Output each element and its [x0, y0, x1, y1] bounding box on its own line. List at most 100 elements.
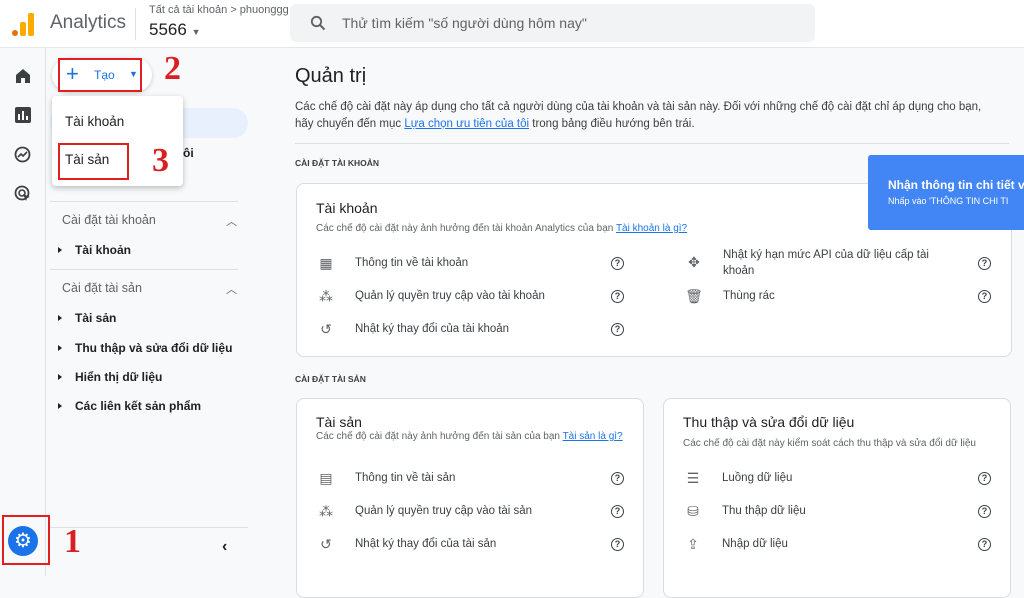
data-import-link[interactable]: Nhập dữ liệu	[722, 536, 788, 552]
trash-icon: 🗑	[685, 288, 703, 304]
menu-item-account[interactable]: Tài khoản	[65, 114, 124, 129]
my-preferences-link[interactable]: Lựa chọn ưu tiên của tôi	[404, 118, 529, 130]
hidden-nav-item[interactable]: ôi	[183, 146, 194, 160]
divider	[50, 201, 238, 202]
app-name: Analytics	[50, 12, 127, 33]
nav-item-product-links[interactable]: Các liên kết sản phẩm	[58, 399, 201, 413]
card-desc: Các chế độ cài đặt này ảnh hưởng đến tài…	[316, 429, 626, 445]
annotation-box-2	[58, 58, 142, 92]
data-collection-card: Thu thập và sửa đổi dữ liệu Các chế độ c…	[663, 398, 1011, 598]
help-icon[interactable]: ?	[611, 323, 624, 336]
nav-item-property[interactable]: Tài sản	[58, 311, 116, 325]
tooltip-subtitle: Nhấp vào 'THÔNG TIN CHI TI	[888, 196, 1009, 206]
property-details-link[interactable]: Thông tin về tài sản	[355, 470, 455, 486]
data-streams-icon: ☰	[686, 470, 700, 486]
property-selector[interactable]: 5566 ▼	[149, 20, 200, 40]
nav-item-label: Tài khoản	[75, 243, 132, 257]
help-icon[interactable]: ?	[611, 472, 624, 485]
search-placeholder: Thử tìm kiếm "số người dùng hôm nay"	[342, 15, 587, 31]
intro-post: trong bảng điều hướng bên trái.	[529, 118, 695, 130]
divider	[50, 269, 238, 270]
insights-tooltip[interactable]: Nhận thông tin chi tiết v Nhấp vào 'THÔN…	[868, 155, 1024, 230]
breadcrumb[interactable]: Tất cả tài khoản > phuonggg	[149, 4, 289, 16]
card-desc: Các chế độ cài đặt này ảnh hưởng đến tài…	[316, 221, 687, 237]
annotation-box-3	[58, 143, 129, 180]
help-icon[interactable]: ?	[611, 290, 624, 303]
divider	[50, 527, 248, 528]
account-access-link[interactable]: Quản lý quyền truy cập vào tài khoản	[355, 288, 545, 304]
advertising-icon[interactable]	[14, 185, 32, 203]
help-icon[interactable]: ?	[978, 290, 991, 303]
intro-text: Các chế độ cài đặt này áp dụng cho tất c…	[295, 99, 995, 133]
analytics-logo	[12, 12, 36, 36]
page-title: Quản trị	[295, 65, 367, 87]
history-icon: ↺	[320, 321, 332, 337]
help-icon[interactable]: ?	[611, 538, 624, 551]
card-desc-text: Các chế độ cài đặt này ảnh hưởng đến tài…	[316, 431, 563, 442]
people-icon: ⁂	[319, 503, 333, 519]
section-account-settings[interactable]: Cài đặt tài khoản	[62, 213, 156, 227]
nav-item-label: Thu thập và sửa đổi dữ liệu	[75, 341, 233, 355]
history-icon: ↺	[320, 536, 332, 552]
api-quota-history-link[interactable]: Nhật ký hạn mức API của dữ liệu cấp tài …	[723, 247, 953, 279]
search-icon	[310, 15, 326, 31]
divider	[295, 143, 1009, 144]
admin-main: Quản trị Các chế độ cài đặt này áp dụng …	[270, 48, 1024, 598]
account-details-link[interactable]: Thông tin về tài khoản	[355, 255, 468, 271]
help-icon[interactable]: ?	[978, 505, 991, 518]
help-icon[interactable]: ?	[611, 505, 624, 518]
property-settings-caption: CÀI ĐẶT TÀI SẢN	[295, 374, 366, 384]
card-title: Tài sản	[316, 414, 362, 430]
account-settings-caption: CÀI ĐẶT TÀI KHOẢN	[295, 158, 380, 168]
chevron-up-icon[interactable]: ︿	[226, 213, 237, 229]
nav-item-data-display[interactable]: Hiển thị dữ liệu	[58, 370, 162, 384]
expand-arrow-icon	[58, 345, 62, 351]
section-property-settings[interactable]: Cài đặt tài sản	[62, 281, 142, 295]
expand-arrow-icon	[58, 315, 62, 321]
explore-icon[interactable]	[14, 146, 32, 164]
help-icon[interactable]: ?	[978, 472, 991, 485]
property-change-history-link[interactable]: Nhật ký thay đổi của tài sản	[355, 536, 496, 552]
api-quota-icon: ✥	[688, 254, 700, 270]
header-divider	[135, 8, 136, 40]
nav-item-account[interactable]: Tài khoản	[58, 243, 131, 257]
building-icon: ▦	[319, 255, 333, 271]
property-access-link[interactable]: Quản lý quyền truy cập vào tài sản	[355, 503, 532, 519]
help-icon[interactable]: ?	[611, 257, 624, 270]
help-icon[interactable]: ?	[978, 538, 991, 551]
property-card: Tài sản Các chế độ cài đặt này ảnh hưởng…	[296, 398, 644, 598]
people-icon: ⁂	[319, 288, 333, 304]
expand-arrow-icon	[58, 374, 62, 380]
search-input[interactable]: Thử tìm kiếm "số người dùng hôm nay"	[290, 4, 815, 42]
property-name: 5566	[149, 20, 187, 39]
what-is-property-link[interactable]: Tài sản là gì?	[563, 431, 623, 442]
nav-item-data-collection[interactable]: Thu thập và sửa đổi dữ liệu	[58, 341, 232, 355]
help-icon[interactable]: ?	[978, 257, 991, 270]
expand-arrow-icon	[58, 247, 62, 253]
property-details-icon: ▤	[319, 470, 333, 486]
reports-icon[interactable]	[14, 106, 32, 124]
card-title: Thu thập và sửa đổi dữ liệu	[683, 414, 855, 430]
chevron-up-icon[interactable]: ︿	[226, 281, 237, 297]
expand-arrow-icon	[58, 403, 62, 409]
card-desc-text: Các chế độ cài đặt này ảnh hưởng đến tài…	[316, 223, 616, 234]
what-is-account-link[interactable]: Tài khoản là gì?	[616, 223, 687, 234]
upload-icon: ⇪	[687, 536, 699, 552]
tooltip-title: Nhận thông tin chi tiết v	[888, 178, 1024, 192]
card-title: Tài khoản	[316, 200, 378, 216]
annotation-box-1	[2, 515, 50, 565]
collapse-sidebar-icon[interactable]: ‹	[222, 538, 227, 556]
trash-link[interactable]: Thùng rác	[723, 288, 775, 304]
nav-item-label: Hiển thị dữ liệu	[75, 370, 163, 384]
left-rail: ⚙	[0, 48, 46, 576]
caret-down-icon: ▼	[191, 27, 201, 37]
data-streams-link[interactable]: Luồng dữ liệu	[722, 470, 792, 486]
top-header: Analytics Tất cả tài khoản > phuonggg 55…	[0, 0, 1024, 48]
data-collection-link[interactable]: Thu thập dữ liệu	[722, 503, 806, 519]
database-icon: ⛁	[687, 503, 699, 519]
nav-item-label: Tài sản	[75, 311, 117, 325]
home-icon[interactable]	[14, 67, 32, 85]
annotation-number-3: 3	[152, 142, 169, 179]
account-change-history-link[interactable]: Nhật ký thay đổi của tài khoản	[355, 321, 509, 337]
nav-item-label: Các liên kết sản phẩm	[75, 399, 202, 413]
